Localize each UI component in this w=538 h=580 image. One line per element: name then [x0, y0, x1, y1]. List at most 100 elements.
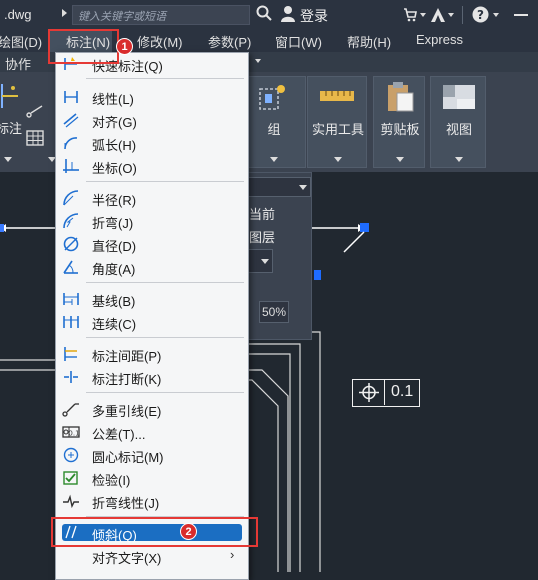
submenu-arrow-icon: › — [230, 547, 235, 562]
menu-draw[interactable]: 绘图(D) — [0, 32, 42, 51]
radius-icon — [62, 190, 80, 206]
menu-item-diameter[interactable]: 直径(D) — [56, 233, 248, 255]
menu-item-dim-space[interactable]: 标注间距(P) — [56, 343, 248, 365]
table-icon[interactable] — [26, 130, 44, 149]
ribbon-group-utilities[interactable]: 实用工具 — [307, 76, 367, 168]
menu-item-angular[interactable]: 角度(A) — [56, 256, 248, 278]
search-input[interactable]: 键入关键字或短语 — [72, 5, 250, 25]
menu-item-jogged[interactable]: 折弯(J) — [56, 210, 248, 232]
menu-item-label: 标注打断(K) — [92, 372, 162, 387]
leader-icon[interactable] — [26, 104, 44, 121]
menu-item-label: 直径(D) — [92, 239, 137, 254]
menu-item-linear[interactable]: 线性(L) — [56, 86, 248, 108]
title-bar: .dwg 键入关键字或短语 登录 ? — [0, 0, 538, 30]
angular-icon — [62, 259, 80, 275]
user-icon[interactable] — [280, 5, 296, 25]
callout-badge-1: 1 — [116, 38, 133, 55]
paste-icon — [385, 81, 415, 116]
menu-item-label: 对齐(G) — [92, 115, 137, 130]
menu-express[interactable]: Express — [416, 32, 463, 47]
menu-item-label: 检验(I) — [92, 473, 131, 488]
menu-item-jogged-linear[interactable]: 折弯线性(J) — [56, 490, 248, 512]
center-mark-icon — [62, 447, 80, 463]
group-expand-icon[interactable] — [270, 157, 278, 162]
svg-text:?: ? — [477, 8, 484, 22]
layer-label: 图层 — [249, 230, 276, 245]
menu-item-inspect[interactable]: 检验(I) — [56, 467, 248, 489]
autodesk-dropdown-icon[interactable] — [448, 13, 454, 17]
menu-parameter[interactable]: 参数(P) — [208, 32, 251, 51]
autodesk-icon[interactable] — [430, 7, 446, 26]
menu-item-dim-break[interactable]: 标注打断(K) — [56, 366, 248, 388]
multileader-icon — [62, 401, 80, 417]
menu-modify[interactable]: 修改(M) — [137, 32, 183, 51]
layer-select-arrow-icon[interactable] — [299, 185, 307, 190]
linetype-select-arrow-icon[interactable] — [261, 259, 269, 264]
menu-window[interactable]: 窗口(W) — [275, 32, 322, 51]
menu-item-continue[interactable]: 连续(C) — [56, 311, 248, 333]
properties-panel: 当前 图层 50% — [237, 172, 312, 340]
tolerance-frame[interactable]: 0.1 — [352, 379, 420, 407]
cart-icon[interactable] — [403, 8, 417, 25]
current-label: 当前 — [249, 207, 276, 222]
menu-separator — [86, 181, 244, 182]
jogged-linear-icon — [62, 493, 80, 509]
annotation-expand-icon[interactable] — [4, 157, 12, 162]
login-link[interactable]: 登录 — [300, 6, 328, 26]
menu-separator — [86, 392, 244, 393]
cart-dropdown-icon[interactable] — [420, 13, 426, 17]
aligned-icon — [62, 112, 80, 128]
ribbon-group-clipboard[interactable]: 剪贴板 — [373, 76, 425, 168]
tab-collaborate[interactable]: 协作 — [5, 54, 31, 73]
search-icon[interactable] — [256, 5, 272, 25]
transparency-input[interactable]: 50% — [259, 301, 289, 323]
tab-overflow-icon[interactable] — [255, 59, 261, 63]
menu-item-ordinate[interactable]: 坐标(O) — [56, 155, 248, 177]
ribbon-group-view[interactable]: 视图 — [430, 76, 486, 168]
menu-item-label: 角度(A) — [92, 262, 136, 277]
file-arrow-icon[interactable] — [62, 9, 67, 17]
group-icon — [257, 83, 287, 116]
dimension-tool-icon[interactable] — [0, 80, 22, 113]
menu-item-label: 对齐文字(X) — [92, 551, 162, 566]
linear-icon — [62, 89, 80, 105]
menu-item-align-text[interactable]: 对齐文字(X) › — [56, 545, 248, 567]
menu-item-label: 圆心标记(M) — [92, 450, 164, 465]
position-symbol-icon — [353, 380, 385, 405]
minimize-icon[interactable] — [514, 14, 528, 16]
help-icon[interactable]: ? — [472, 6, 489, 26]
menu-item-label: 多重引线(E) — [92, 404, 162, 419]
help-dropdown-icon[interactable] — [493, 13, 499, 17]
baseline-icon — [62, 291, 80, 307]
dim-break-icon — [62, 369, 80, 385]
menu-item-radius[interactable]: 半径(R) — [56, 187, 248, 209]
ribbon-group-label: 剪贴板 — [380, 122, 420, 137]
menu-item-multileader[interactable]: 多重引线(E) — [56, 398, 248, 420]
menu-item-label: 坐标(O) — [92, 161, 137, 176]
menu-item-aligned[interactable]: 对齐(G) — [56, 109, 248, 131]
menu-item-label: 弧长(H) — [92, 138, 137, 153]
measure-icon — [320, 89, 354, 106]
menu-item-label: 公差(T)... — [92, 427, 146, 442]
view-icon — [443, 85, 475, 112]
jogged-icon — [62, 213, 80, 229]
ribbon-group-label: 视图 — [445, 122, 472, 137]
menu-item-arc-length[interactable]: 弧长(H) — [56, 132, 248, 154]
divider — [462, 6, 463, 24]
menu-item-label: 折弯线性(J) — [92, 496, 160, 511]
ordinate-icon — [62, 158, 80, 174]
arc-length-icon — [62, 135, 80, 151]
utilities-expand-icon[interactable] — [334, 157, 342, 162]
clipboard-expand-icon[interactable] — [396, 157, 404, 162]
menu-help[interactable]: 帮助(H) — [347, 32, 391, 51]
menu-separator — [86, 337, 244, 338]
menu-item-baseline[interactable]: 基线(B) — [56, 288, 248, 310]
view-expand-icon[interactable] — [455, 157, 463, 162]
menu-item-label: 半径(R) — [92, 193, 137, 208]
callout-badge-2: 2 — [180, 523, 197, 540]
tolerance-icon: 0.1 — [62, 424, 80, 440]
menu-item-tolerance[interactable]: 0.1 公差(T)... — [56, 421, 248, 443]
menu-item-center-mark[interactable]: 圆心标记(M) — [56, 444, 248, 466]
callout-box-oblique — [51, 517, 258, 547]
ribbon-group-group[interactable]: 组 — [240, 76, 306, 168]
